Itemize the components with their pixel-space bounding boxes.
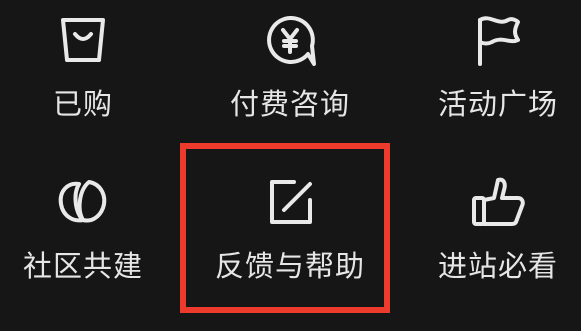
menu-item-label: 已购 <box>52 87 113 121</box>
thumbs-up-icon <box>468 172 528 232</box>
menu-item-event-plaza[interactable]: 活动广场 <box>418 0 578 121</box>
menu-item-paid-consult[interactable]: 付费咨询 <box>210 0 370 121</box>
shopping-bag-icon <box>53 10 113 70</box>
menu-item-label: 活动广场 <box>437 87 558 121</box>
menu-item-community-build[interactable]: 社区共建 <box>3 160 163 283</box>
menu-item-label: 反馈与帮助 <box>214 249 365 283</box>
menu-item-label: 付费咨询 <box>229 87 350 121</box>
menu-grid: 已购 付费咨询 活动广场 社区共建 反馈与帮助 进站必看 <box>0 0 581 331</box>
menu-item-label: 社区共建 <box>22 249 143 283</box>
menu-item-purchased[interactable]: 已购 <box>3 0 163 121</box>
menu-item-feedback-help[interactable]: 反馈与帮助 <box>210 160 370 283</box>
menu-item-label: 进站必看 <box>437 249 558 283</box>
menu-item-must-read[interactable]: 进站必看 <box>418 160 578 283</box>
yen-chat-icon <box>260 10 320 70</box>
edit-icon <box>260 172 320 232</box>
flag-icon <box>468 10 528 70</box>
community-icon <box>53 172 113 232</box>
